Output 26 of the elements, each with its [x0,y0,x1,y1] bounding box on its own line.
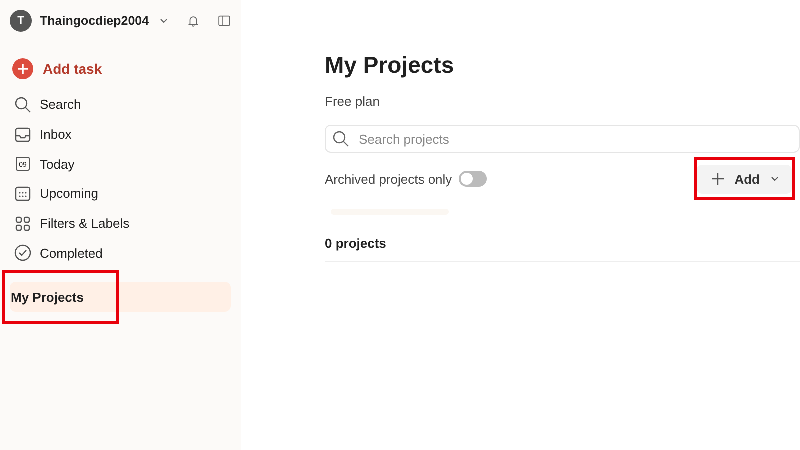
chevron-down-icon [159,16,170,26]
search-icon [332,130,350,148]
nav-item[interactable]: Completed [10,238,231,268]
nav-item[interactable]: Inbox [10,120,231,150]
grid-icon [14,214,32,233]
plan-label: Free plan [325,94,381,109]
inbox-icon [14,126,32,144]
project-count: 0 projects [325,236,800,262]
search-field[interactable]: Search projects [325,125,800,153]
add-task-button[interactable]: Add task [10,54,231,84]
avatar: T [10,10,32,32]
my-projects-item[interactable]: My Projects [10,282,231,312]
chevron-down-icon [770,174,780,184]
check-circle-icon [14,244,32,262]
account-menu[interactable]: T Thaingocdiep2004 [10,10,170,32]
calendar-grid-icon [14,184,32,203]
search-icon [14,96,32,114]
archived-label: Archived projects only [325,172,452,186]
plus-icon [710,172,725,186]
add-button[interactable]: Add [696,164,792,194]
nav-item[interactable]: Upcoming [10,179,231,209]
plus-circle-icon [12,58,34,80]
page-title: My Projects [325,52,456,79]
toggle-switch[interactable] [459,171,488,187]
nav-item[interactable]: Filters & Labels [10,208,231,238]
nav-item[interactable]: Search [10,90,231,120]
